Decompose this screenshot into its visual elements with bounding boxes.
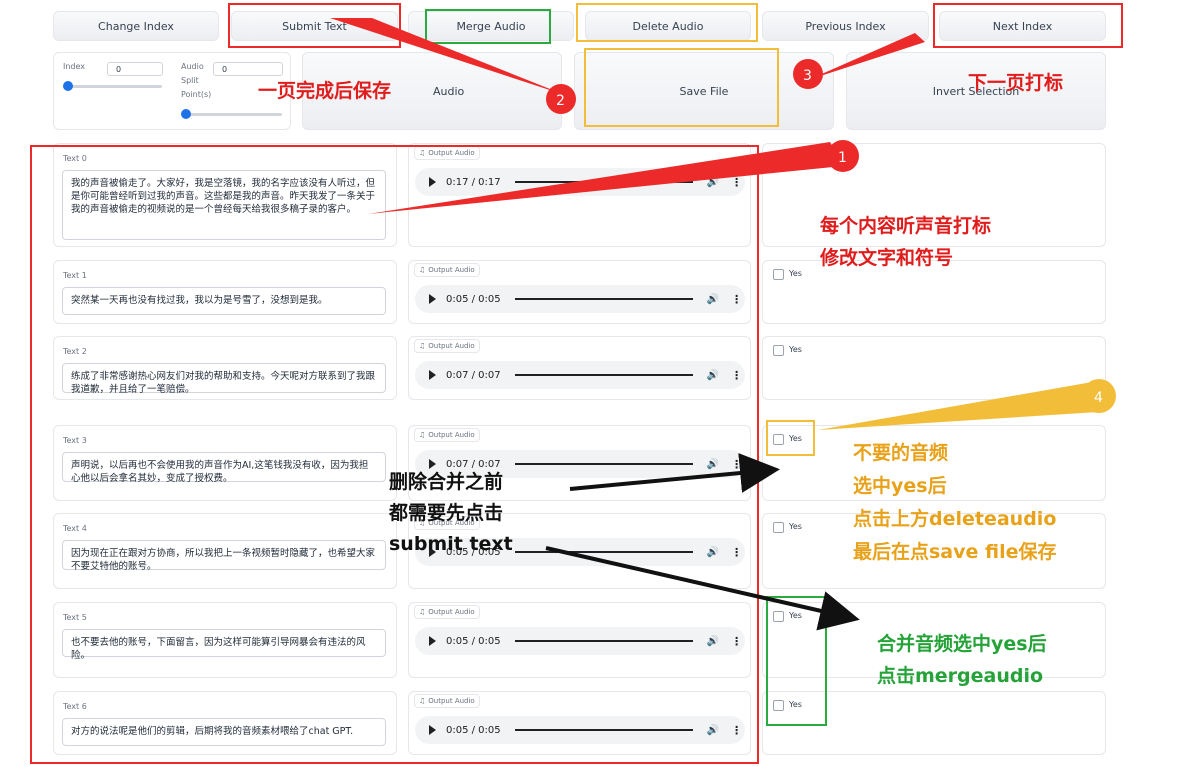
rows-highlight-box: [30, 145, 759, 764]
split-label-2: Split: [181, 76, 199, 85]
annotation-merge-2: 点击mergeaudio: [877, 665, 1044, 687]
yes-checkbox[interactable]: [773, 269, 784, 280]
index-label: Index: [63, 62, 86, 71]
previous-index-button[interactable]: Previous Index: [762, 11, 929, 41]
annotation-listen-1: 每个内容听声音打标: [820, 215, 992, 237]
split-label-3: Point(s): [181, 90, 212, 99]
annotation-delete-3: 点击上方deleteaudio: [853, 508, 1057, 530]
annotation-listen-2: 修改文字和符号: [820, 247, 954, 269]
merge-highlight-box: [425, 9, 551, 44]
annotation-next-page: 下一页打标: [968, 72, 1064, 94]
split-slider[interactable]: [181, 109, 282, 119]
annotation-submit-1: 删除合并之前: [389, 471, 504, 493]
annotation-delete-4: 最后在点save file保存: [853, 541, 1057, 563]
delete-check-highlight-box: [766, 420, 815, 456]
index-slider-thumb[interactable]: [63, 81, 73, 91]
index-input[interactable]: 0: [107, 62, 163, 76]
annotation-delete-1: 不要的音频: [853, 442, 949, 464]
split-label-1: Audio: [181, 62, 204, 71]
yes-checkbox[interactable]: [773, 345, 784, 356]
annotation-merge-1: 合并音频选中yes后: [877, 633, 1047, 655]
split-input[interactable]: 0: [213, 62, 283, 76]
merge-check-highlight-box: [766, 596, 827, 726]
index-slider[interactable]: [63, 81, 162, 91]
yes-label: Yes: [789, 522, 802, 531]
controls-panel: Index 0 Audio Split Point(s) 0: [53, 52, 291, 130]
check-card: Yes: [762, 336, 1106, 400]
yes-checkbox[interactable]: [773, 522, 784, 533]
annotation-delete-2: 选中yes后: [853, 475, 947, 497]
hidden-audio-label: Audio: [433, 85, 465, 98]
save-highlight-box: [584, 48, 779, 127]
yes-label: Yes: [789, 269, 802, 278]
submit-highlight-box: [228, 3, 401, 48]
change-index-button[interactable]: Change Index: [53, 11, 219, 41]
annotation-save-after-page: 一页完成后保存: [258, 80, 392, 102]
next-highlight-box: [933, 3, 1123, 48]
delete-highlight-box: [576, 3, 758, 42]
split-slider-thumb[interactable]: [181, 109, 191, 119]
annotation-submit-3: submit text: [389, 533, 513, 555]
annotation-submit-2: 都需要先点击: [389, 502, 504, 524]
yes-label: Yes: [789, 345, 802, 354]
